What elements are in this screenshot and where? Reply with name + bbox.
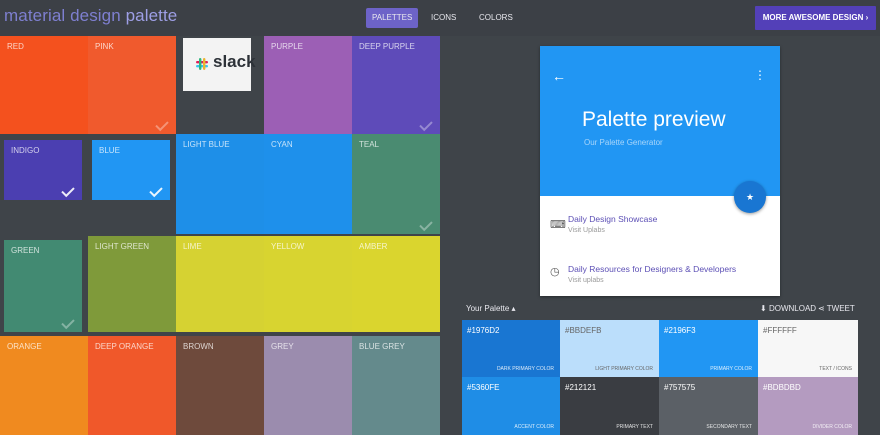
swatch-hex: #5360FE xyxy=(467,383,500,392)
palette-tile-label: INDIGO xyxy=(11,146,40,155)
palette-tile-grey[interactable]: GREY xyxy=(264,336,352,435)
tweet-button[interactable]: ⋖ TWEET xyxy=(818,304,855,313)
palette-tile-brown[interactable]: BROWN xyxy=(176,336,264,435)
back-arrow-icon[interactable]: ← xyxy=(552,68,566,84)
palette-tile-label: RED xyxy=(7,42,24,51)
more-vert-icon[interactable]: ⋮ xyxy=(754,68,766,82)
palette-tile-cyan[interactable]: CYAN xyxy=(264,134,352,234)
check-icon xyxy=(61,183,75,198)
preview-header: ← ⋮ Palette preview Our Palette Generato… xyxy=(540,46,780,196)
palette-swatch[interactable]: #2196F3 PRIMARY COLOR xyxy=(659,320,758,377)
slack-logo-icon xyxy=(196,58,208,70)
palette-tile-label: LIGHT BLUE xyxy=(183,140,230,149)
list-item-title: Daily Design Showcase xyxy=(568,214,658,224)
palette-tile-label: TEAL xyxy=(359,140,380,149)
palette-tile-blue-grey[interactable]: BLUE GREY xyxy=(352,336,440,435)
preview-title: Palette preview xyxy=(582,108,726,131)
palette-tile-label: AMBER xyxy=(359,242,388,251)
palette-tile-label: YELLOW xyxy=(271,242,305,251)
palette-tile-label: GREEN xyxy=(11,246,40,255)
keyboard-icon: ⌨ xyxy=(550,219,566,231)
swatch-role: PRIMARY COLOR xyxy=(710,366,752,372)
palette-tile-green[interactable]: GREEN xyxy=(4,240,82,332)
palette-swatch[interactable]: #757575 SECONDARY TEXT xyxy=(659,377,758,435)
swatch-hex: #212121 xyxy=(565,383,597,392)
palette-tile-amber[interactable]: AMBER xyxy=(352,236,440,332)
palette-swatch[interactable]: #FFFFFF TEXT / ICONS xyxy=(758,320,858,377)
palette-tile-label: BROWN xyxy=(183,342,214,351)
palette-tile-label: DEEP PURPLE xyxy=(359,42,415,51)
palette-swatch[interactable]: #BDBDBD DIVIDER COLOR xyxy=(758,377,858,435)
download-icon: ⬇ xyxy=(760,304,767,313)
palette-tile-label: DEEP ORANGE xyxy=(95,342,154,351)
palette-tile-deep-purple[interactable]: DEEP PURPLE xyxy=(352,36,440,134)
clock-icon: ◷ xyxy=(550,266,560,278)
check-icon xyxy=(149,183,163,198)
your-palette-header: Your Palette ▴ ⬇ DOWNLOAD ⋖ TWEET xyxy=(462,302,858,318)
list-item-subtitle: Visit Uplabs xyxy=(568,227,605,234)
palette-tile-light-green[interactable]: LIGHT GREEN xyxy=(88,236,176,332)
swatch-hex: #BBDEFB xyxy=(565,326,602,335)
swatch-role: PRIMARY TEXT xyxy=(616,424,653,430)
palette-tile-red[interactable]: RED xyxy=(0,36,88,134)
swatch-role: DIVIDER COLOR xyxy=(812,424,852,430)
swatch-hex: #BDBDBD xyxy=(763,383,801,392)
swatch-role: ACCENT COLOR xyxy=(514,424,554,430)
check-icon xyxy=(155,117,169,132)
palette-tile-light-blue[interactable]: LIGHT BLUE xyxy=(176,134,264,234)
palette-tile-label: GREY xyxy=(271,342,294,351)
tab-colors[interactable]: COLORS xyxy=(473,8,519,28)
list-item-subtitle: Visit uplabs xyxy=(568,277,604,284)
slack-ad[interactable]: slack xyxy=(183,38,256,91)
swatch-role: DARK PRIMARY COLOR xyxy=(496,366,554,372)
share-icon: ⋖ xyxy=(818,304,825,313)
swatch-hex: #2196F3 xyxy=(664,326,696,335)
list-item-title: Daily Resources for Designers & Develope… xyxy=(568,264,737,274)
check-icon xyxy=(61,315,75,330)
swatch-hex: #757575 xyxy=(664,383,696,392)
swatch-role: TEXT / ICONS xyxy=(819,366,852,372)
palette-swatch[interactable]: #1976D2 DARK PRIMARY COLOR xyxy=(462,320,560,377)
check-icon xyxy=(419,117,433,132)
palette-tile-label: LIME xyxy=(183,242,202,251)
check-icon xyxy=(419,217,433,232)
swatch-role: SECONDARY TEXT xyxy=(706,424,752,430)
list-item[interactable]: ⌨ Daily Design Showcase Visit Uplabs xyxy=(540,206,780,256)
tab-icons[interactable]: ICONS xyxy=(425,8,462,28)
palette-tile-label: PINK xyxy=(95,42,114,51)
palette-tile-label: LIGHT GREEN xyxy=(95,242,150,251)
palette-tile-orange[interactable]: ORANGE xyxy=(0,336,88,435)
palette-swatch[interactable]: #212121 PRIMARY TEXT xyxy=(560,377,659,435)
palette-preview-card: ← ⋮ Palette preview Our Palette Generato… xyxy=(540,46,780,296)
slack-wordmark: slack xyxy=(213,52,256,71)
palette-tile-label: CYAN xyxy=(271,140,293,149)
top-bar: material design palette PALETTES ICONS C… xyxy=(0,0,880,36)
swatch-hex: #1976D2 xyxy=(467,326,500,335)
swatch-role: LIGHT PRIMARY COLOR xyxy=(595,366,653,372)
palette-tile-yellow[interactable]: YELLOW xyxy=(264,236,352,332)
brand-title[interactable]: material design palette xyxy=(4,6,177,26)
palette-tile-teal[interactable]: TEAL xyxy=(352,134,440,234)
download-button[interactable]: ⬇ DOWNLOAD xyxy=(760,304,816,313)
more-awesome-design-button[interactable]: MORE AWESOME DESIGN › xyxy=(755,6,876,30)
palette-tile-label: BLUE GREY xyxy=(359,342,405,351)
preview-subtitle: Our Palette Generator xyxy=(584,138,663,147)
palette-swatch[interactable]: #5360FE ACCENT COLOR xyxy=(462,377,560,435)
palette-tile-label: ORANGE xyxy=(7,342,42,351)
your-palette-toggle[interactable]: Your Palette ▴ xyxy=(466,304,516,313)
swatch-hex: #FFFFFF xyxy=(763,326,797,335)
palette-tile-pink[interactable]: PINK xyxy=(88,36,176,134)
palette-tile-lime[interactable]: LIME xyxy=(176,236,264,332)
palette-swatch[interactable]: #BBDEFB LIGHT PRIMARY COLOR xyxy=(560,320,659,377)
palette-tile-purple[interactable]: PURPLE xyxy=(264,36,352,134)
palette-tile-label: PURPLE xyxy=(271,42,304,51)
palette-tile-indigo[interactable]: INDIGO xyxy=(4,140,82,200)
palette-tile-label: BLUE xyxy=(99,146,120,155)
star-icon: ★ xyxy=(745,192,755,202)
palette-tile-deep-orange[interactable]: DEEP ORANGE xyxy=(88,336,176,435)
tab-palettes[interactable]: PALETTES xyxy=(366,8,419,28)
palette-tile-blue[interactable]: BLUE xyxy=(92,140,170,200)
